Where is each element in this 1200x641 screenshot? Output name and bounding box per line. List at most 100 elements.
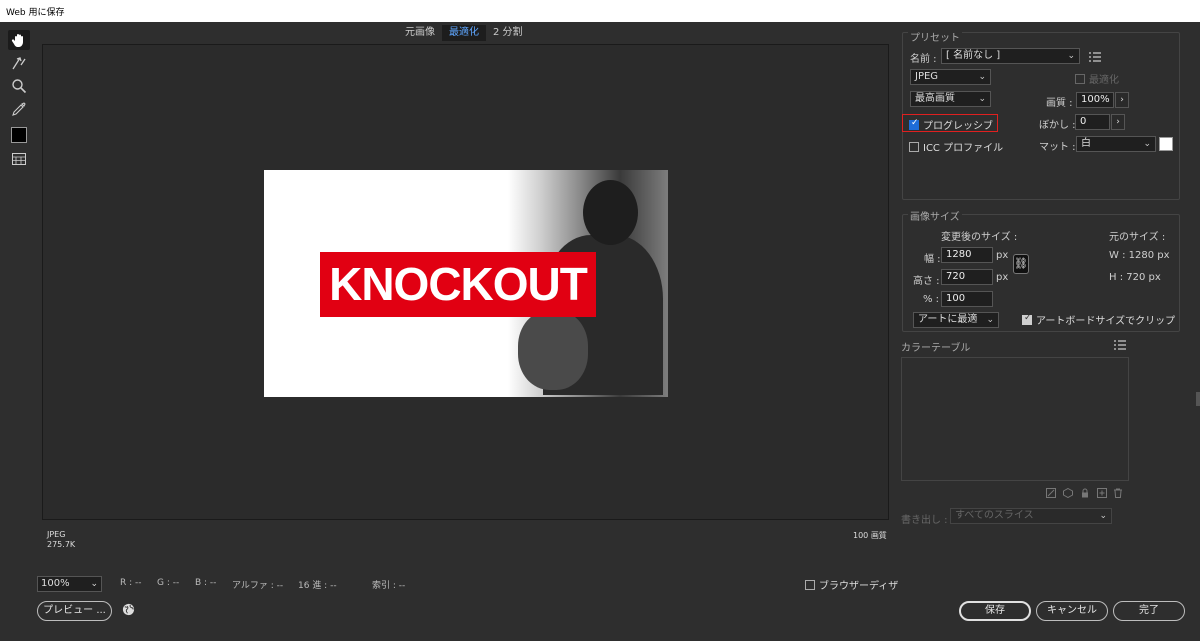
- lock-icon[interactable]: [1080, 488, 1090, 498]
- original-height: H : 720 px: [1109, 272, 1161, 283]
- width-unit: px: [996, 250, 1009, 261]
- quality-label: 画質 :: [1046, 98, 1073, 109]
- optimized-image[interactable]: KNOCKOUT: [264, 170, 668, 397]
- preset-title: プリセット: [908, 29, 962, 44]
- boxer-head: [583, 180, 638, 245]
- readout-index: 索引 : --: [372, 581, 406, 591]
- chevron-down-icon: ⌄: [90, 579, 98, 589]
- checkbox-box[interactable]: [1022, 313, 1032, 325]
- hand-icon: [11, 34, 23, 47]
- slice-visibility-icon: [12, 153, 26, 165]
- preview-button[interactable]: プレビュー ...: [37, 601, 112, 621]
- add-color-icon[interactable]: [1097, 488, 1107, 498]
- tab-2-up[interactable]: 2 分割: [486, 25, 530, 41]
- readout-hex: 16 進 : --: [298, 581, 337, 591]
- web-snap-icon[interactable]: [1063, 488, 1073, 498]
- chevron-down-icon: ⌄: [1099, 511, 1107, 521]
- checkbox-box[interactable]: [909, 118, 919, 130]
- original-size-label: 元のサイズ :: [1109, 232, 1166, 243]
- matte-select[interactable]: 白 ⌄: [1076, 136, 1156, 152]
- icc-profile-checkbox[interactable]: ICC プロファイル: [909, 139, 1003, 154]
- save-for-web-dialog: 元画像 最適化 2 分割 KNOCKOUT JPEG 275.7K 100 画質…: [0, 22, 1200, 641]
- hand-tool[interactable]: [8, 30, 30, 50]
- zoom-level-value: 100%: [41, 578, 70, 589]
- done-button[interactable]: 完了: [1113, 601, 1185, 621]
- resample-select[interactable]: アートに最適 ⌄: [913, 312, 999, 328]
- blur-slider-button[interactable]: ›: [1111, 114, 1125, 130]
- browser-dither-label: ブラウザーディザ: [819, 581, 899, 592]
- icc-profile-label: ICC プロファイル: [923, 143, 1004, 154]
- eyedropper-color-swatch[interactable]: [11, 127, 27, 143]
- export-select[interactable]: すべてのスライス ⌄: [950, 508, 1112, 524]
- height-input[interactable]: 720: [941, 269, 993, 285]
- blur-label: ぼかし :: [1039, 120, 1076, 131]
- image-size-title: 画像サイズ: [908, 208, 962, 223]
- preset-menu-icon[interactable]: [1089, 52, 1101, 62]
- zoom-icon: [12, 79, 27, 94]
- browser-dither-checkbox[interactable]: ブラウザーディザ: [805, 577, 898, 592]
- color-table-menu-icon[interactable]: [1114, 340, 1126, 350]
- knockout-banner: KNOCKOUT: [320, 252, 596, 317]
- checkbox-box[interactable]: [805, 579, 815, 590]
- optimized-label: 最適化: [1089, 75, 1119, 86]
- save-button[interactable]: 保存: [959, 601, 1031, 621]
- chevron-down-icon: ⌄: [978, 72, 986, 82]
- window-title: Web 用に保存: [6, 8, 65, 18]
- blur-input[interactable]: 0: [1075, 114, 1110, 130]
- quality-preset-select[interactable]: 最高画質 ⌄: [910, 91, 991, 107]
- color-table[interactable]: [901, 357, 1129, 481]
- new-size-label: 変更後のサイズ :: [941, 232, 1018, 243]
- trash-icon[interactable]: [1113, 488, 1123, 498]
- chevron-down-icon: ⌄: [1143, 139, 1151, 149]
- constrain-proportions-link-icon[interactable]: ⛓: [1013, 254, 1029, 274]
- resample-value: アートに最適: [918, 314, 978, 325]
- preset-name-select[interactable]: [ 名前なし ] ⌄: [941, 48, 1080, 64]
- preset-name-label: 名前 :: [910, 54, 937, 65]
- width-label: 幅 :: [924, 254, 941, 265]
- globe-icon[interactable]: [122, 603, 135, 616]
- height-unit: px: [996, 272, 1009, 283]
- preview-area[interactable]: KNOCKOUT: [42, 44, 889, 520]
- readout-b: B : --: [195, 578, 217, 588]
- percent-input[interactable]: 100: [941, 291, 993, 307]
- zoom-tool[interactable]: [8, 76, 30, 96]
- original-width: W : 1280 px: [1109, 250, 1170, 261]
- toolbox: [8, 30, 34, 172]
- readout-r: R : --: [120, 578, 142, 588]
- preset-name-value: [ 名前なし ]: [946, 50, 1001, 61]
- matte-color-swatch[interactable]: [1159, 137, 1173, 151]
- export-value: すべてのスライス: [955, 510, 1034, 521]
- checkbox-box[interactable]: [909, 141, 919, 152]
- tab-original[interactable]: 元画像: [398, 25, 442, 41]
- preview-quality-info: 100 画質: [853, 531, 887, 540]
- quality-slider-button[interactable]: ›: [1115, 92, 1129, 108]
- eyedropper-tool[interactable]: [8, 99, 30, 119]
- checkbox-box[interactable]: [1075, 73, 1085, 84]
- progressive-label: プログレッシブ: [923, 121, 993, 132]
- chevron-down-icon: ⌄: [978, 94, 986, 104]
- progressive-checkbox[interactable]: プログレッシブ: [909, 117, 993, 132]
- chevron-down-icon: ⌄: [1067, 51, 1075, 61]
- quality-input[interactable]: 100%: [1076, 92, 1114, 108]
- cancel-button[interactable]: キャンセル: [1036, 601, 1108, 621]
- readout-g: G : --: [157, 578, 180, 588]
- clip-artboard-checkbox[interactable]: アートボードサイズでクリップ: [1022, 312, 1175, 327]
- matte-label: マット :: [1039, 142, 1076, 153]
- chevron-down-icon: ⌄: [986, 315, 994, 325]
- optimized-checkbox[interactable]: 最適化: [1075, 71, 1119, 86]
- width-input[interactable]: 1280: [941, 247, 993, 263]
- slice-select-tool[interactable]: [8, 53, 30, 73]
- tab-optimized[interactable]: 最適化: [442, 25, 486, 41]
- toggle-slice-visibility[interactable]: [8, 149, 30, 169]
- file-format-value: JPEG: [915, 71, 939, 82]
- zoom-level-select[interactable]: 100% ⌄: [37, 576, 102, 592]
- readout-alpha: アルファ : --: [232, 581, 284, 591]
- color-table-title: カラーテーブル: [901, 343, 971, 354]
- map-transparency-icon[interactable]: [1046, 488, 1056, 498]
- scrollbar-thumb[interactable]: [1196, 392, 1200, 406]
- preview-file-size: 275.7K: [47, 540, 76, 549]
- file-format-select[interactable]: JPEG ⌄: [910, 69, 991, 85]
- percent-label: % :: [923, 294, 940, 305]
- eyedropper-icon: [12, 102, 26, 116]
- title-bar: Web 用に保存: [0, 0, 1200, 22]
